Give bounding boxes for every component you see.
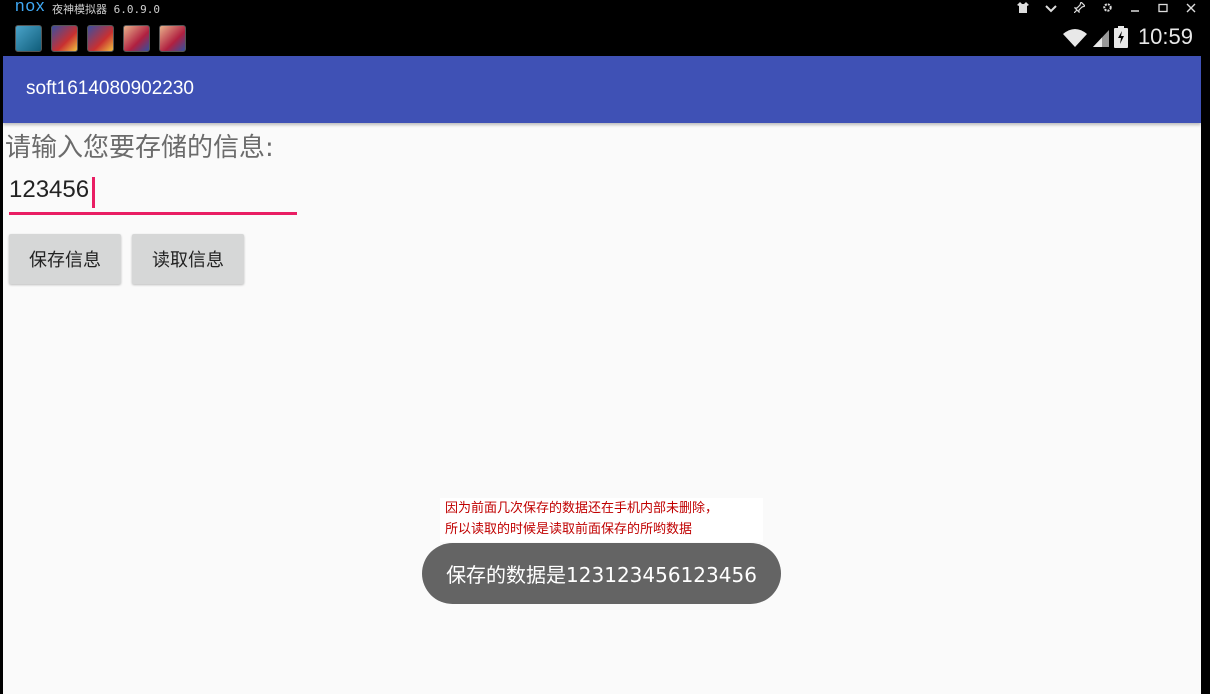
- game-icon: [159, 25, 186, 52]
- chevron-down-icon[interactable]: [1044, 2, 1058, 16]
- app-title: soft1614080902230: [26, 78, 194, 99]
- game-icon: [123, 25, 150, 52]
- emulator-title-bar: nox 夜神模拟器 6.0.9.0: [0, 0, 1210, 18]
- edit-underline: [9, 212, 297, 215]
- battery-icon: [1113, 25, 1128, 49]
- game-icon: [51, 25, 78, 52]
- signal-icon: [1092, 25, 1110, 49]
- system-icons: 10:59: [1062, 24, 1193, 50]
- nox-logo: nox: [15, 0, 46, 15]
- toast-message: 保存的数据是123123456123456: [422, 543, 781, 604]
- wifi-icon: [1062, 25, 1088, 49]
- minimize-icon[interactable]: [1128, 2, 1142, 16]
- emulator-title: 夜神模拟器 6.0.9.0: [52, 3, 160, 16]
- app-toolbar: soft1614080902230: [3, 56, 1201, 123]
- android-status-bar: 10:59: [3, 18, 1201, 56]
- nox-app-icon: [15, 25, 42, 52]
- annotation-line-1: 因为前面几次保存的数据还在手机内部未删除，: [445, 501, 719, 516]
- info-edit-value: 123456: [9, 176, 90, 203]
- shirt-icon[interactable]: [1016, 2, 1030, 16]
- toast-text: 保存的数据是123123456123456: [446, 563, 757, 587]
- app-screen: soft1614080902230 请输入您要存储的信息: 123456 保存信…: [3, 56, 1201, 694]
- annotation-note: 因为前面几次保存的数据还在手机内部未删除， 所以读取的时候是读取前面保存的所哟数…: [440, 498, 763, 542]
- save-info-button[interactable]: 保存信息: [9, 234, 121, 284]
- notification-icons: [15, 25, 186, 52]
- annotation-line-2: 所以读取的时候是读取前面保存的所哟数据: [445, 522, 693, 537]
- info-edit-text[interactable]: 123456: [9, 174, 297, 215]
- read-info-button[interactable]: 读取信息: [132, 234, 244, 284]
- text-cursor: [92, 177, 95, 208]
- gear-icon[interactable]: [1100, 2, 1114, 16]
- status-clock: 10:59: [1137, 24, 1193, 49]
- input-prompt-label: 请输入您要存储的信息:: [5, 133, 274, 163]
- game-icon: [87, 25, 114, 52]
- maximize-icon[interactable]: [1156, 2, 1170, 16]
- close-icon[interactable]: [1184, 2, 1198, 16]
- pin-icon[interactable]: [1072, 0, 1086, 16]
- window-controls: [1016, 0, 1198, 18]
